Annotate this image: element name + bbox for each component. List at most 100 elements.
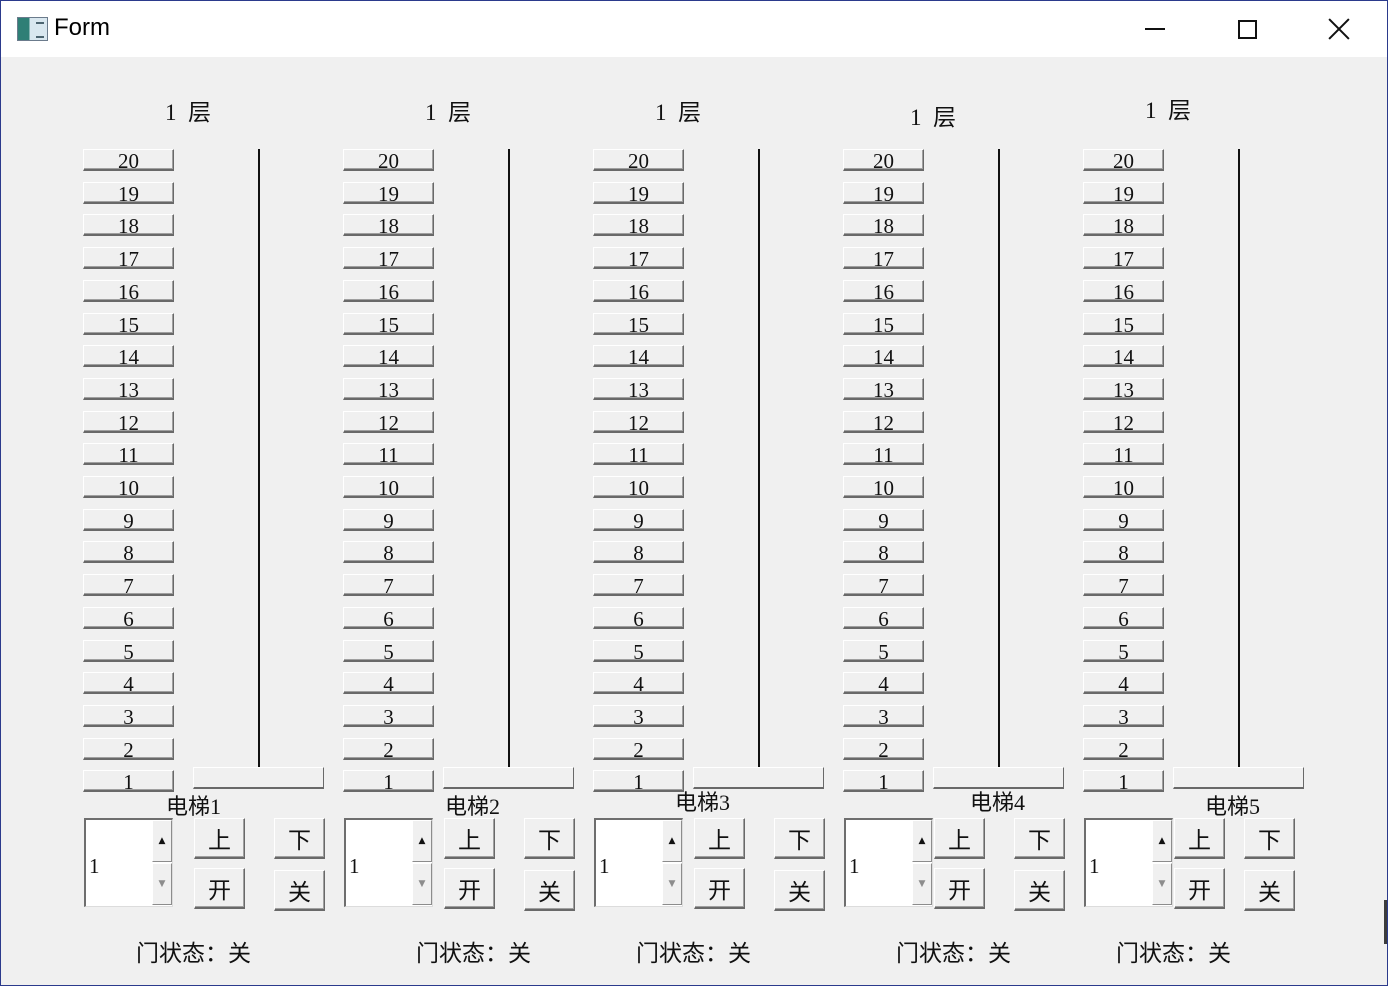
floor-button-4[interactable]: 4 [593,672,684,695]
spin-up-button[interactable]: ▲ [1152,820,1172,862]
floor-button-9[interactable]: 9 [343,508,434,532]
floor-button-13[interactable]: 13 [843,377,924,401]
floor-button-18[interactable]: 18 [593,214,684,237]
spin-up-button[interactable]: ▲ [152,820,172,862]
floor-button-3[interactable]: 3 [1083,704,1164,728]
floor-button-3[interactable]: 3 [83,704,174,728]
close-button[interactable] [1293,1,1385,57]
open-door-button[interactable]: 开 [694,868,745,909]
close-door-button[interactable]: 关 [1244,870,1295,911]
target-floor-spinbox[interactable]: 1 ▲ ▼ [344,818,433,907]
floor-button-15[interactable]: 15 [843,312,924,336]
floor-button-9[interactable]: 9 [593,508,684,532]
down-button[interactable]: 下 [774,818,825,859]
floor-button-12[interactable]: 12 [593,410,684,434]
floor-button-18[interactable]: 18 [843,214,924,237]
floor-button-4[interactable]: 4 [83,672,174,695]
floor-button-12[interactable]: 12 [83,410,174,434]
floor-button-12[interactable]: 12 [1083,410,1164,434]
floor-button-17[interactable]: 17 [1083,247,1164,270]
floor-button-7[interactable]: 7 [593,574,684,597]
spin-down-button[interactable]: ▼ [912,863,932,905]
floor-button-9[interactable]: 9 [843,508,924,532]
floor-button-11[interactable]: 11 [83,443,174,466]
up-button[interactable]: 上 [444,818,495,859]
floor-button-3[interactable]: 3 [343,704,434,728]
spin-down-button[interactable]: ▼ [152,863,172,905]
target-floor-spinbox[interactable]: 1 ▲ ▼ [1084,818,1173,907]
floor-button-20[interactable]: 20 [843,149,924,172]
floor-button-14[interactable]: 14 [83,345,174,368]
floor-button-10[interactable]: 10 [593,476,684,499]
floor-button-19[interactable]: 19 [593,181,684,205]
floor-button-6[interactable]: 6 [843,606,924,630]
floor-button-18[interactable]: 18 [343,214,434,237]
up-button[interactable]: 上 [934,818,985,859]
floor-button-1[interactable]: 1 [343,770,434,793]
spin-up-button[interactable]: ▲ [412,820,432,862]
floor-button-10[interactable]: 10 [1083,476,1164,499]
floor-button-1[interactable]: 1 [1083,770,1164,793]
floor-button-2[interactable]: 2 [843,737,924,761]
floor-button-19[interactable]: 19 [343,181,434,205]
floor-button-2[interactable]: 2 [1083,737,1164,761]
down-button[interactable]: 下 [1244,818,1295,859]
floor-button-13[interactable]: 13 [343,377,434,401]
title-bar[interactable]: Form [1,1,1387,57]
floor-button-6[interactable]: 6 [343,606,434,630]
floor-button-20[interactable]: 20 [83,149,174,172]
floor-button-5[interactable]: 5 [83,639,174,663]
floor-button-4[interactable]: 4 [843,672,924,695]
floor-button-12[interactable]: 12 [343,410,434,434]
close-door-button[interactable]: 关 [274,870,325,911]
floor-button-8[interactable]: 8 [843,541,924,564]
floor-button-3[interactable]: 3 [843,704,924,728]
floor-button-2[interactable]: 2 [593,737,684,761]
floor-button-15[interactable]: 15 [1083,312,1164,336]
close-door-button[interactable]: 关 [524,870,575,911]
maximize-button[interactable] [1201,1,1293,57]
floor-button-15[interactable]: 15 [343,312,434,336]
floor-button-5[interactable]: 5 [343,639,434,663]
floor-button-13[interactable]: 13 [1083,377,1164,401]
floor-button-5[interactable]: 5 [593,639,684,663]
spin-down-button[interactable]: ▼ [1152,863,1172,905]
floor-button-9[interactable]: 9 [1083,508,1164,532]
floor-button-17[interactable]: 17 [593,247,684,270]
floor-button-4[interactable]: 4 [1083,672,1164,695]
floor-button-6[interactable]: 6 [593,606,684,630]
spin-down-button[interactable]: ▼ [412,863,432,905]
up-button[interactable]: 上 [694,818,745,859]
floor-button-11[interactable]: 11 [1083,443,1164,466]
floor-button-6[interactable]: 6 [83,606,174,630]
floor-button-1[interactable]: 1 [843,770,924,793]
floor-button-15[interactable]: 15 [83,312,174,336]
floor-button-18[interactable]: 18 [83,214,174,237]
floor-button-8[interactable]: 8 [1083,541,1164,564]
floor-button-1[interactable]: 1 [593,770,684,793]
up-button[interactable]: 上 [1174,818,1225,859]
minimize-button[interactable] [1109,1,1201,57]
floor-button-4[interactable]: 4 [343,672,434,695]
spin-up-button[interactable]: ▲ [662,820,682,862]
floor-button-8[interactable]: 8 [83,541,174,564]
floor-button-13[interactable]: 13 [593,377,684,401]
floor-button-14[interactable]: 14 [593,345,684,368]
floor-button-20[interactable]: 20 [343,149,434,172]
floor-button-16[interactable]: 16 [843,279,924,303]
spin-up-button[interactable]: ▲ [912,820,932,862]
floor-button-10[interactable]: 10 [343,476,434,499]
floor-button-16[interactable]: 16 [343,279,434,303]
floor-button-5[interactable]: 5 [843,639,924,663]
floor-button-3[interactable]: 3 [593,704,684,728]
floor-button-17[interactable]: 17 [843,247,924,270]
open-door-button[interactable]: 开 [444,868,495,909]
floor-button-14[interactable]: 14 [843,345,924,368]
floor-button-5[interactable]: 5 [1083,639,1164,663]
floor-button-20[interactable]: 20 [1083,149,1164,172]
target-floor-spinbox[interactable]: 1 ▲ ▼ [84,818,173,907]
floor-button-2[interactable]: 2 [343,737,434,761]
floor-button-9[interactable]: 9 [83,508,174,532]
floor-button-11[interactable]: 11 [593,443,684,466]
floor-button-18[interactable]: 18 [1083,214,1164,237]
